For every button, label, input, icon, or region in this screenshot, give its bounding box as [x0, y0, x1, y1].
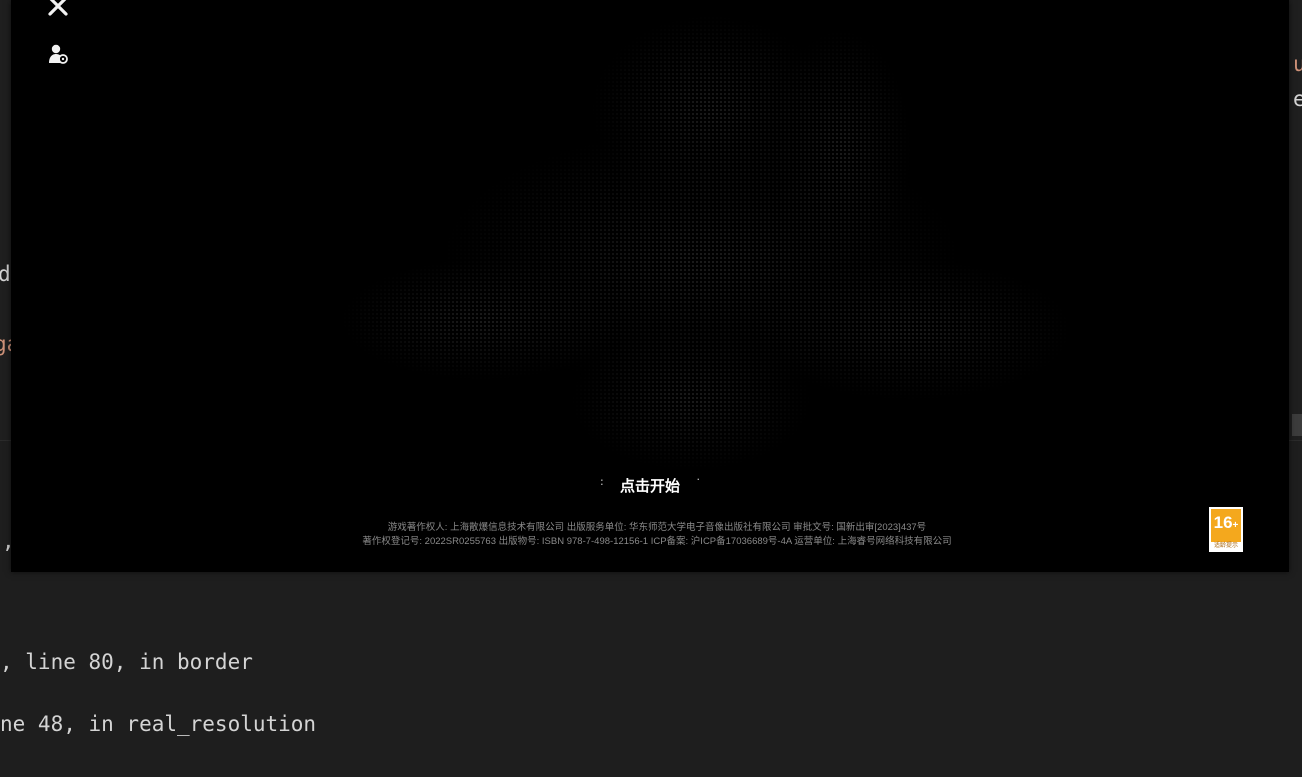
tools-icon: [48, 0, 68, 16]
decoration-dots-right: ·: [696, 473, 701, 486]
copyright-info: 游戏著作权人: 上海散爆信息技术有限公司 出版服务单位: 华东师范大学电子音像出…: [11, 521, 1289, 549]
decoration-dots-left: :: [599, 475, 604, 488]
age-rating-badge: 16+ 适龄提示: [1209, 507, 1243, 552]
age-rating-number: 16+: [1213, 513, 1239, 532]
game-window[interactable]: : 点击开始 · 游戏著作权人: 上海散爆信息技术有限公司 出版服务单位: 华东…: [11, 0, 1289, 572]
start-button[interactable]: : 点击开始 ·: [599, 473, 701, 498]
start-label: 点击开始: [619, 477, 680, 495]
tools-button[interactable]: [42, 0, 74, 22]
editor-scrollbar[interactable]: [1292, 414, 1302, 436]
account-button[interactable]: [42, 38, 74, 70]
terminal-line: , line 80, in border: [0, 650, 253, 674]
terminal-line: ne 48, in real_resolution: [0, 712, 317, 736]
start-area: : 点击开始 ·: [11, 473, 1289, 498]
copyright-line: 著作权登记号: 2022SR0255763 出版物号: ISBN 978-7-4…: [362, 536, 952, 547]
age-rating-label: 适龄提示: [1211, 542, 1241, 550]
user-settings-icon: [49, 44, 68, 64]
copyright-line: 游戏著作权人: 上海散爆信息技术有限公司 出版服务单位: 华东师范大学电子音像出…: [387, 522, 927, 533]
code-fragment: u: [1293, 52, 1302, 76]
code-fragment: e: [1293, 87, 1302, 111]
